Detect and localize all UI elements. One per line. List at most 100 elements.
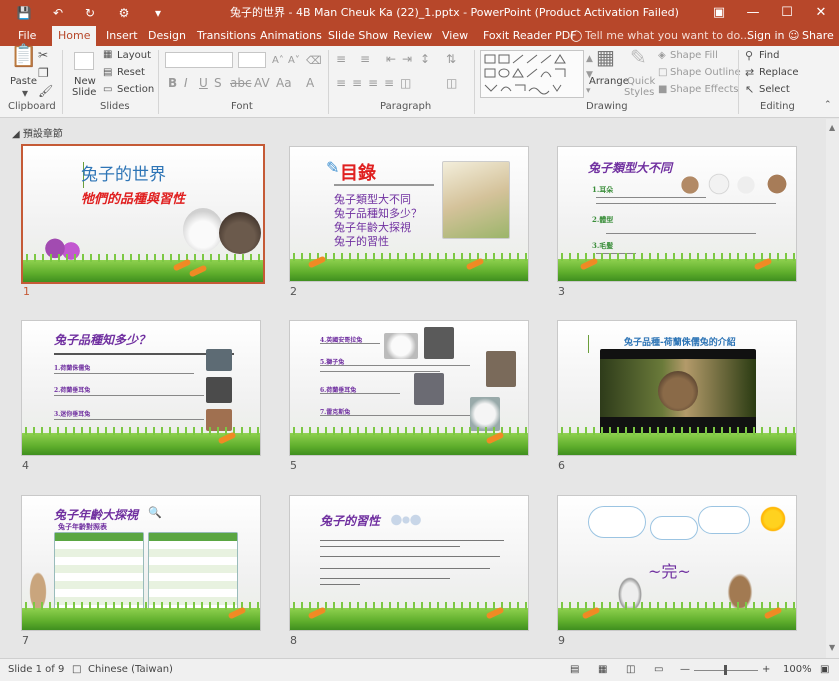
font-color-icon[interactable]: A	[306, 76, 314, 90]
section-header[interactable]: ◢ 預設章節	[12, 125, 63, 140]
find-button[interactable]: Find	[759, 50, 780, 61]
grow-font-icon[interactable]: A˄	[272, 54, 284, 68]
language-indicator[interactable]: Chinese (Taiwan)	[88, 664, 173, 675]
align-right-icon[interactable]: ≡	[368, 76, 378, 90]
shadow-icon[interactable]: S	[214, 76, 222, 90]
shape-outline-button[interactable]: Shape Outline	[670, 67, 741, 78]
shrink-font-icon[interactable]: A˅	[288, 54, 300, 68]
zoom-level[interactable]: 100%	[783, 664, 812, 675]
maximize-icon[interactable]: ☐	[772, 0, 802, 26]
customize-icon[interactable]: ⚙	[114, 3, 134, 23]
char-spacing-icon[interactable]: AV	[254, 76, 270, 90]
shape-fill-icon[interactable]: ◈	[658, 49, 666, 63]
select-icon[interactable]: ↖	[745, 83, 754, 97]
line-spacing-icon[interactable]: ↕	[420, 52, 430, 66]
arrange-button[interactable]: Arrange	[589, 76, 629, 87]
share-button[interactable]: Share	[802, 26, 834, 46]
gallery-up-icon[interactable]: ▲	[586, 52, 593, 66]
decrease-indent-icon[interactable]: ⇤	[386, 52, 396, 66]
slide-thumbnail-5[interactable]: 4.英國安哥拉兔 5.獅子兔 6.荷蘭垂耳兔 7.雷克斯兔	[289, 320, 529, 456]
increase-indent-icon[interactable]: ⇥	[402, 52, 412, 66]
restore-icon[interactable]: ▣	[704, 0, 734, 26]
zoom-out-icon[interactable]: —	[680, 664, 690, 675]
italic-icon[interactable]: I	[184, 76, 188, 90]
reading-view-icon[interactable]: ◫	[626, 664, 635, 675]
text-direction-icon[interactable]: ⇅	[446, 52, 456, 66]
close-icon[interactable]: ✕	[806, 0, 836, 26]
tab-animations[interactable]: Animations	[260, 26, 322, 46]
tab-transitions[interactable]: Transitions	[197, 26, 256, 46]
zoom-slider-thumb[interactable]	[724, 665, 727, 675]
change-case-icon[interactable]: Aa	[276, 76, 292, 90]
new-slide-label-2[interactable]: Slide	[72, 87, 96, 98]
justify-icon[interactable]: ≡	[384, 76, 394, 90]
vertical-scrollbar[interactable]: ▲ ▼	[826, 119, 839, 658]
format-painter-icon[interactable]: 🖌	[38, 84, 53, 98]
slide-thumbnail-4[interactable]: 兔子品種知多少？ 1.荷蘭侏儒兔 2.荷蘭垂耳兔 3.迷你垂耳兔	[21, 320, 261, 456]
zoom-in-icon[interactable]: +	[762, 664, 770, 675]
align-center-icon[interactable]: ≡	[352, 76, 362, 90]
slide-thumbnail-2[interactable]: ✎ 目錄 兔子類型大不同 兔子品種知多少？ 兔子年齡大探視 兔子的習性	[289, 146, 529, 282]
quick-styles-icon[interactable]: ✎	[630, 47, 647, 67]
font-size-input[interactable]	[238, 52, 266, 68]
replace-button[interactable]: Replace	[759, 67, 799, 78]
numbering-icon[interactable]: ≡	[360, 52, 370, 66]
tab-home[interactable]: Home	[52, 26, 97, 46]
align-left-icon[interactable]: ≡	[336, 76, 346, 90]
tab-insert[interactable]: Insert	[106, 26, 138, 46]
reset-button[interactable]: Reset	[117, 67, 145, 78]
tab-review[interactable]: Review	[393, 26, 432, 46]
tab-file[interactable]: File	[18, 26, 36, 46]
clear-format-icon[interactable]: ⌫	[306, 54, 322, 68]
shape-effects-button[interactable]: Shape Effects	[670, 84, 738, 95]
slide-thumbnail-3[interactable]: 兔子類型大不同 1.耳朵 2.體型 3.毛髮	[557, 146, 797, 282]
slide-thumbnail-8[interactable]: 兔子的習性	[289, 495, 529, 631]
underline-icon[interactable]: U	[199, 76, 208, 90]
tab-slide-show[interactable]: Slide Show	[328, 26, 388, 46]
scroll-down-icon[interactable]: ▼	[829, 643, 835, 652]
layout-button[interactable]: Layout	[117, 50, 151, 61]
sign-in-link[interactable]: Sign in	[747, 26, 785, 46]
section-collapse-icon[interactable]: ◢	[12, 129, 20, 140]
scroll-up-icon[interactable]: ▲	[829, 123, 835, 132]
tab-foxit[interactable]: Foxit Reader PDF	[483, 26, 577, 46]
find-icon[interactable]: ⚲	[745, 49, 753, 63]
select-button[interactable]: Select	[759, 84, 790, 95]
slide-thumbnail-1[interactable]: 兔子的世界 牠們的品種與習性	[21, 144, 265, 284]
slide-sorter-view-icon[interactable]: ▦	[598, 664, 607, 675]
slideshow-view-icon[interactable]: ▭	[654, 664, 663, 675]
redo-icon[interactable]: ↻	[80, 3, 100, 23]
customize-arrow-icon[interactable]: ▾	[148, 3, 168, 23]
paste-icon[interactable]: 📋	[10, 46, 37, 68]
normal-view-icon[interactable]: ▤	[570, 664, 579, 675]
arrange-icon[interactable]: ▦	[596, 47, 615, 67]
shapes-gallery[interactable]	[480, 50, 584, 98]
tab-view[interactable]: View	[442, 26, 468, 46]
collapse-ribbon-icon[interactable]: ⌃	[824, 98, 832, 112]
spellcheck-icon[interactable]: □	[72, 664, 81, 675]
new-slide-icon[interactable]	[74, 52, 94, 70]
quick-styles-label-2[interactable]: Styles	[624, 87, 654, 98]
paste-arrow-icon[interactable]: ▾	[22, 86, 28, 100]
minimize-icon[interactable]: —	[738, 0, 768, 26]
reset-icon[interactable]: ▤	[103, 66, 112, 80]
bullets-icon[interactable]: ≡	[336, 52, 346, 66]
layout-icon[interactable]: ▦	[103, 48, 112, 62]
shape-effects-icon[interactable]: ■	[658, 83, 667, 97]
section-button[interactable]: Section	[117, 84, 154, 95]
slide-thumbnail-6[interactable]: 兔子品種-荷蘭侏儒兔的介紹	[557, 320, 797, 456]
section-icon[interactable]: ▭	[103, 83, 112, 97]
font-name-input[interactable]	[165, 52, 233, 68]
video-frame[interactable]	[600, 349, 756, 437]
fit-slide-icon[interactable]: ▣	[820, 664, 829, 675]
smartart-icon[interactable]: ◫	[446, 76, 457, 90]
shape-outline-icon[interactable]: □	[658, 66, 667, 80]
cut-icon[interactable]: ✂	[38, 48, 48, 62]
strikethrough-icon[interactable]: abc	[230, 76, 252, 90]
tab-design[interactable]: Design	[148, 26, 186, 46]
copy-icon[interactable]: ❐	[38, 66, 49, 80]
slide-thumbnail-9[interactable]: ~完~	[557, 495, 797, 631]
replace-icon[interactable]: ⇄	[745, 66, 754, 80]
columns-icon[interactable]: ◫	[400, 76, 411, 90]
bold-icon[interactable]: B	[168, 76, 177, 90]
